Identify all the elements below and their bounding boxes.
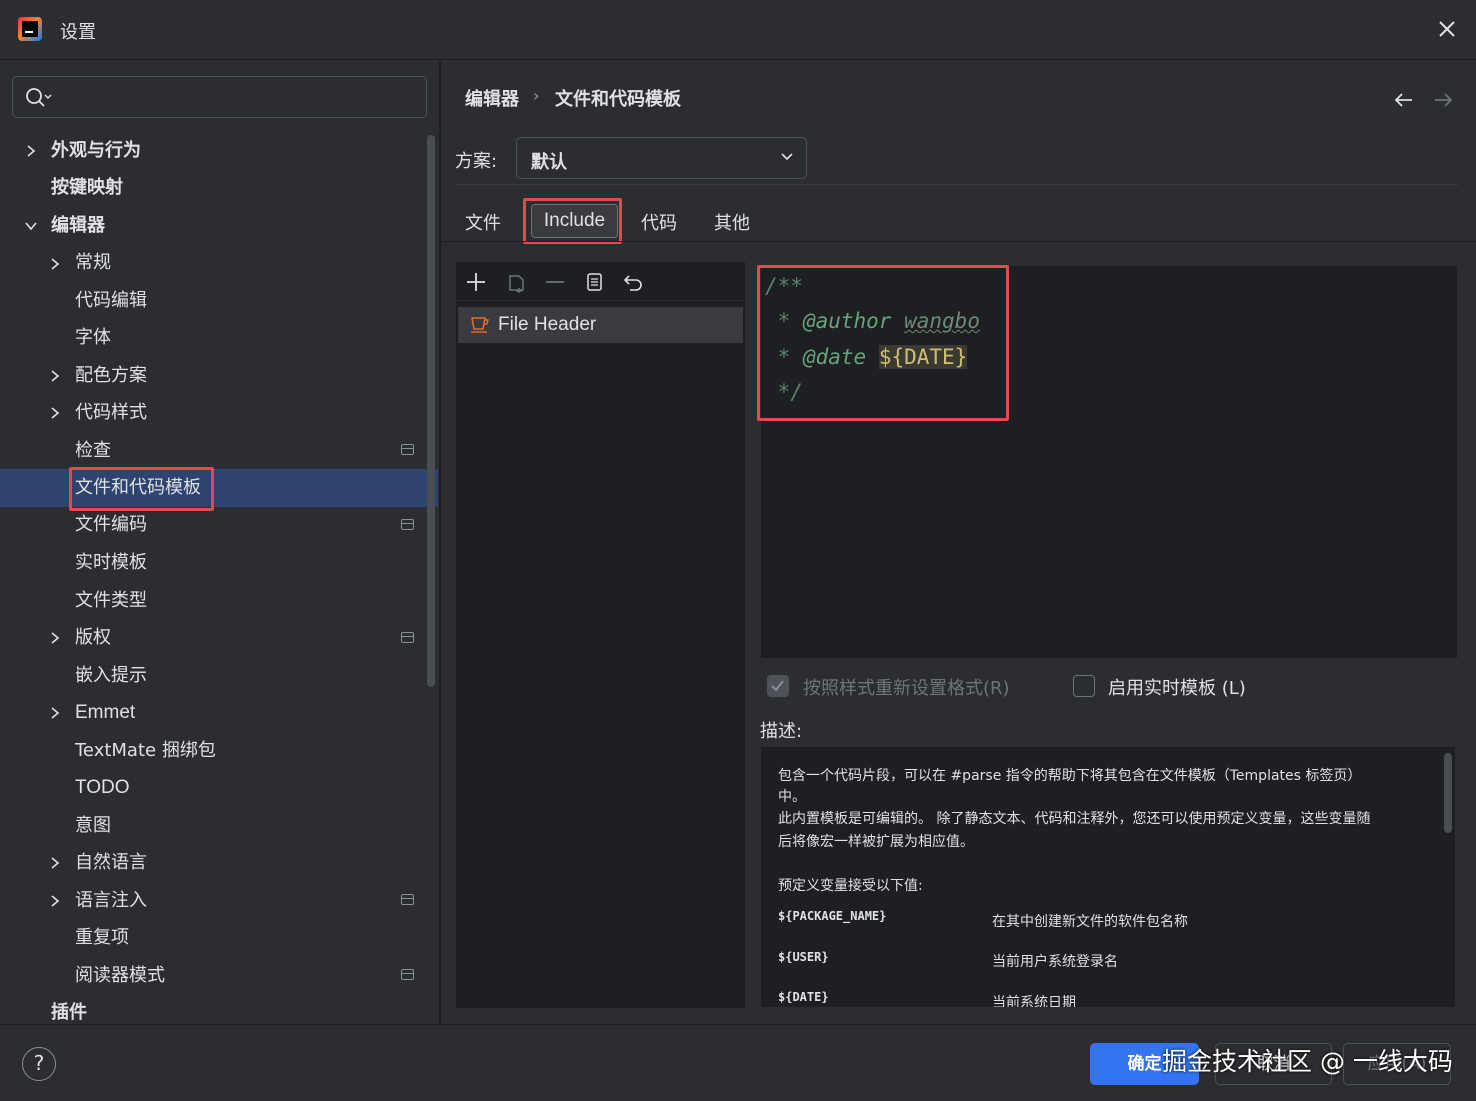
- chevron-down-icon[interactable]: [24, 219, 38, 233]
- chevron-right-icon[interactable]: [48, 631, 62, 645]
- main-panel: 编辑器 › 文件和代码模板 方案: 默认 文件 Include 代码 其他 Fi…: [441, 60, 1476, 1024]
- tabs-divider: [441, 241, 1476, 242]
- duplicate-icon[interactable]: [583, 271, 605, 293]
- description-scrollbar[interactable]: [1444, 753, 1452, 833]
- scheme-value: 默认: [531, 152, 567, 173]
- chevron-right-icon[interactable]: [48, 369, 62, 383]
- selected-row-highlight: [0, 469, 438, 507]
- description-panel: 包含一个代码片段，可以在 #parse 指令的帮助下将其包含在文件模板（Temp…: [760, 746, 1456, 1008]
- search-input[interactable]: [12, 76, 427, 118]
- project-scope-icon: [401, 632, 414, 643]
- chevron-right-icon[interactable]: [48, 406, 62, 420]
- app-logo-icon: [18, 17, 42, 41]
- list-item[interactable]: File Header: [458, 307, 743, 343]
- live-templates-label: 启用实时模板 (L): [1108, 678, 1246, 699]
- sidebar-item-reader-mode[interactable]: 阅读器模式: [75, 958, 165, 994]
- project-scope-icon: [401, 969, 414, 980]
- dialog-footer: ? 确定 取消 应用(A) 掘金技术社区 @ 一线大码: [0, 1024, 1476, 1101]
- highlight-box: [757, 265, 1009, 421]
- sidebar-item-inlay-hints[interactable]: 嵌入提示: [75, 658, 147, 694]
- sidebar-scrollbar[interactable]: [427, 135, 435, 687]
- sidebar-item-font[interactable]: 字体: [75, 320, 111, 356]
- scheme-dropdown[interactable]: 默认: [516, 137, 807, 179]
- highlight-box: [69, 467, 214, 511]
- chevron-right-icon[interactable]: [24, 144, 38, 158]
- variable-description: 当前系统日期: [992, 995, 1076, 1008]
- add-icon[interactable]: [465, 271, 487, 293]
- breadcrumb-current: 文件和代码模板: [555, 89, 681, 110]
- description-line: 后将像宏一样被扩展为相应值。: [778, 834, 974, 850]
- highlight-box: [523, 198, 622, 244]
- sidebar-item-appearance[interactable]: 外观与行为: [51, 133, 141, 169]
- sidebar-item-copyright[interactable]: 版权: [75, 620, 111, 656]
- chevron-right-icon[interactable]: [48, 856, 62, 870]
- sidebar-item-inspections[interactable]: 检查: [75, 433, 111, 469]
- sidebar-item-todo[interactable]: TODO: [75, 770, 130, 806]
- variable-name: ${PACKAGE_NAME}: [778, 909, 887, 923]
- template-toolbar: [457, 263, 744, 301]
- back-arrow-icon[interactable]: [1392, 88, 1416, 112]
- variable-description: 在其中创建新文件的软件包名称: [992, 914, 1188, 930]
- project-scope-icon: [401, 894, 414, 905]
- list-item-label: File Header: [498, 314, 597, 335]
- scheme-label: 方案:: [455, 151, 498, 172]
- reformat-label: 按照样式重新设置格式(R): [803, 678, 1010, 699]
- description-line: 此内置模板是可编辑的。 除了静态文本、代码和注释外，您还可以使用预定义变量，这些…: [778, 811, 1371, 827]
- forward-arrow-icon[interactable]: [1431, 88, 1455, 112]
- close-icon[interactable]: [1432, 14, 1462, 44]
- search-icon: [26, 88, 52, 107]
- chevron-right-icon[interactable]: [48, 257, 62, 271]
- live-templates-checkbox[interactable]: [1073, 675, 1095, 697]
- tab-other[interactable]: 其他: [714, 209, 750, 235]
- project-scope-icon: [401, 519, 414, 530]
- sidebar-item-intentions[interactable]: 意图: [75, 808, 111, 844]
- sidebar-item-general[interactable]: 常规: [75, 245, 111, 281]
- sidebar-item-natural-languages[interactable]: 自然语言: [75, 845, 147, 881]
- description-line: 中。: [778, 789, 806, 805]
- help-button[interactable]: ?: [22, 1047, 56, 1081]
- tab-files[interactable]: 文件: [465, 209, 501, 235]
- settings-sidebar: 外观与行为 按键映射 编辑器 常规 代码编辑 字体 配色方案 代码样式 检查 文…: [0, 60, 440, 1024]
- window-title: 设置: [60, 22, 96, 43]
- sidebar-item-file-types[interactable]: 文件类型: [75, 583, 147, 619]
- chevron-down-icon: [781, 153, 793, 161]
- sidebar-item-live-templates[interactable]: 实时模板: [75, 545, 147, 581]
- chevron-right-icon[interactable]: [48, 706, 62, 720]
- chevron-right-icon[interactable]: [48, 894, 62, 908]
- project-scope-icon: [401, 444, 414, 455]
- reset-icon[interactable]: [622, 271, 644, 293]
- remove-icon[interactable]: [544, 271, 566, 293]
- divider: [456, 184, 1458, 185]
- template-list-panel: File Header: [456, 262, 745, 1008]
- description-line: 包含一个代码片段，可以在 #parse 指令的帮助下将其包含在文件模板（Temp…: [778, 768, 1362, 784]
- breadcrumb-separator: ›: [533, 86, 540, 105]
- cup-icon: [471, 317, 489, 333]
- sidebar-item-editor[interactable]: 编辑器: [51, 208, 105, 244]
- variable-description: 当前用户系统登录名: [992, 954, 1118, 970]
- tab-code[interactable]: 代码: [641, 209, 677, 235]
- sidebar-item-duplicates[interactable]: 重复项: [75, 920, 129, 956]
- copy-icon[interactable]: [506, 271, 528, 293]
- sidebar-item-code-style[interactable]: 代码样式: [75, 395, 147, 431]
- sidebar-item-emmet[interactable]: Emmet: [75, 695, 135, 731]
- sidebar-item-language-injections[interactable]: 语言注入: [75, 883, 147, 919]
- watermark: 掘金技术社区 @ 一线大码: [1162, 1047, 1453, 1076]
- title-bar: 设置: [0, 0, 1476, 60]
- sidebar-item-color-scheme[interactable]: 配色方案: [75, 358, 147, 394]
- description-label: 描述:: [760, 721, 803, 742]
- breadcrumb-parent[interactable]: 编辑器: [465, 85, 519, 111]
- sidebar-item-textmate[interactable]: TextMate 捆绑包: [75, 733, 216, 769]
- variable-name: ${USER}: [778, 950, 829, 964]
- sidebar-item-code-editing[interactable]: 代码编辑: [75, 283, 147, 319]
- variable-name: ${DATE}: [778, 990, 829, 1004]
- sidebar-item-keymap[interactable]: 按键映射: [51, 170, 123, 206]
- reformat-checkbox[interactable]: [767, 675, 789, 697]
- description-line: 预定义变量接受以下值:: [778, 878, 923, 894]
- checkmark-icon: [771, 680, 784, 692]
- sidebar-item-file-encodings[interactable]: 文件编码: [75, 507, 147, 543]
